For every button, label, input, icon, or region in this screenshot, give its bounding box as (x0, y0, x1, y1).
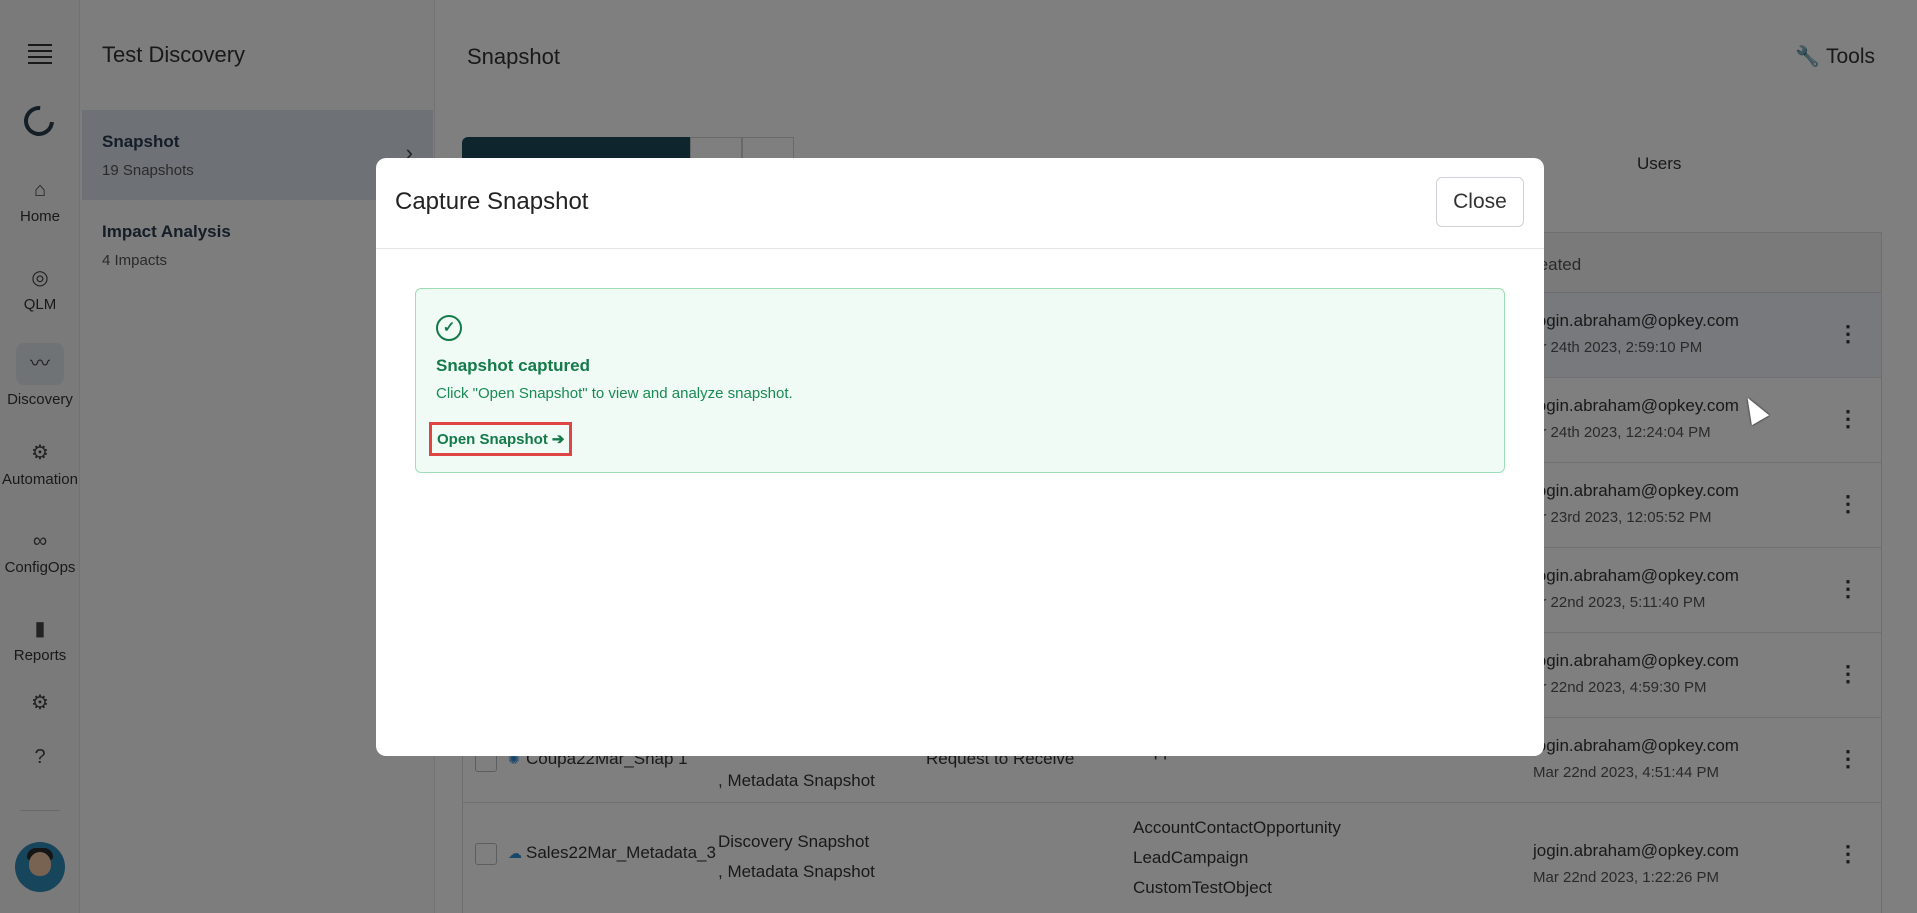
success-alert: ✓ Snapshot captured Click "Open Snapshot… (415, 288, 1505, 473)
arrow-right-icon: ➔ (551, 431, 565, 448)
open-snapshot-button[interactable]: Open Snapshot ➔ (429, 422, 573, 456)
dialog-title: Capture Snapshot (395, 188, 589, 215)
open-snapshot-label: Open Snapshot (437, 431, 548, 448)
dialog-header: Capture Snapshot Close (376, 158, 1544, 249)
alert-title: Snapshot captured (436, 356, 590, 375)
check-circle-icon: ✓ (436, 315, 462, 341)
alert-description: Click "Open Snapshot" to view and analyz… (436, 385, 793, 402)
close-button[interactable]: Close (1436, 177, 1524, 227)
capture-snapshot-dialog: Capture Snapshot Close ✓ Snapshot captur… (376, 158, 1544, 756)
